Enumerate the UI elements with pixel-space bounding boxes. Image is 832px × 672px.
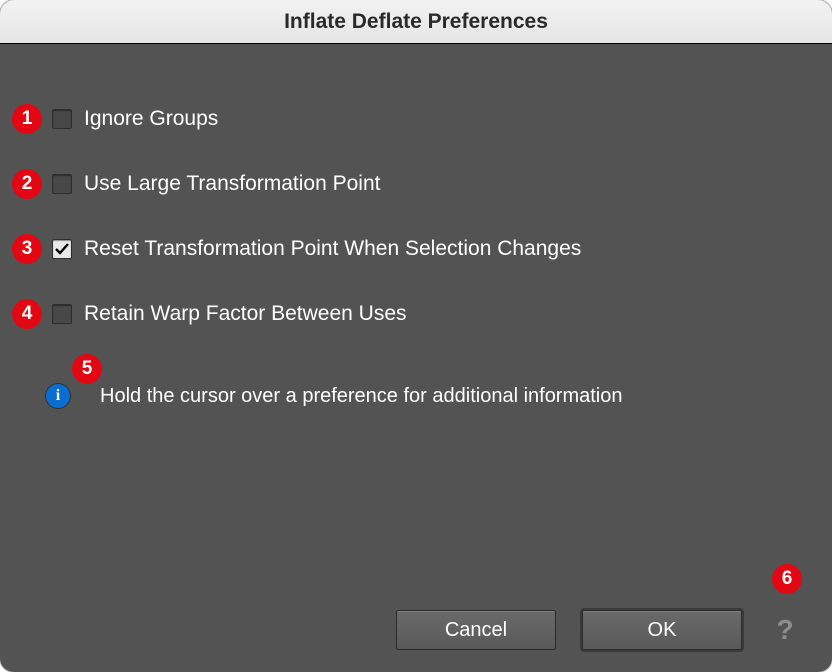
preferences-window: Inflate Deflate Preferences 1 Ignore Gro…	[0, 0, 832, 672]
annotation-2: 2	[12, 169, 42, 199]
info-row: i Hold the cursor over a preference for …	[46, 384, 623, 408]
label-ignore-groups: Ignore Groups	[84, 107, 218, 131]
option-large-point: 2 Use Large Transformation Point	[12, 169, 380, 199]
option-ignore-groups: 1 Ignore Groups	[12, 104, 218, 134]
button-row: Cancel OK ?	[0, 610, 832, 650]
titlebar: Inflate Deflate Preferences	[0, 0, 832, 44]
annotation-5: 5	[72, 354, 102, 384]
info-text: Hold the cursor over a preference for ad…	[100, 385, 623, 408]
checkbox-ignore-groups[interactable]	[52, 109, 72, 129]
label-retain-warp: Retain Warp Factor Between Uses	[84, 302, 407, 326]
checkbox-reset-point[interactable]	[52, 239, 72, 259]
annotation-4: 4	[12, 299, 42, 329]
cancel-button[interactable]: Cancel	[396, 610, 556, 650]
annotation-3: 3	[12, 234, 42, 264]
option-retain-warp: 4 Retain Warp Factor Between Uses	[12, 299, 407, 329]
option-reset-point: 3 Reset Transformation Point When Select…	[12, 234, 581, 264]
checkbox-large-point[interactable]	[52, 174, 72, 194]
label-reset-point: Reset Transformation Point When Selectio…	[84, 237, 581, 261]
annotation-6: 6	[772, 564, 802, 594]
help-icon[interactable]: ?	[768, 614, 802, 646]
checkbox-retain-warp[interactable]	[52, 304, 72, 324]
label-large-point: Use Large Transformation Point	[84, 172, 380, 196]
annotation-1: 1	[12, 104, 42, 134]
content-area: 1 Ignore Groups 2 Use Large Transformati…	[0, 44, 832, 672]
ok-button[interactable]: OK	[582, 610, 742, 650]
info-icon: i	[46, 384, 70, 408]
window-title: Inflate Deflate Preferences	[284, 10, 548, 34]
